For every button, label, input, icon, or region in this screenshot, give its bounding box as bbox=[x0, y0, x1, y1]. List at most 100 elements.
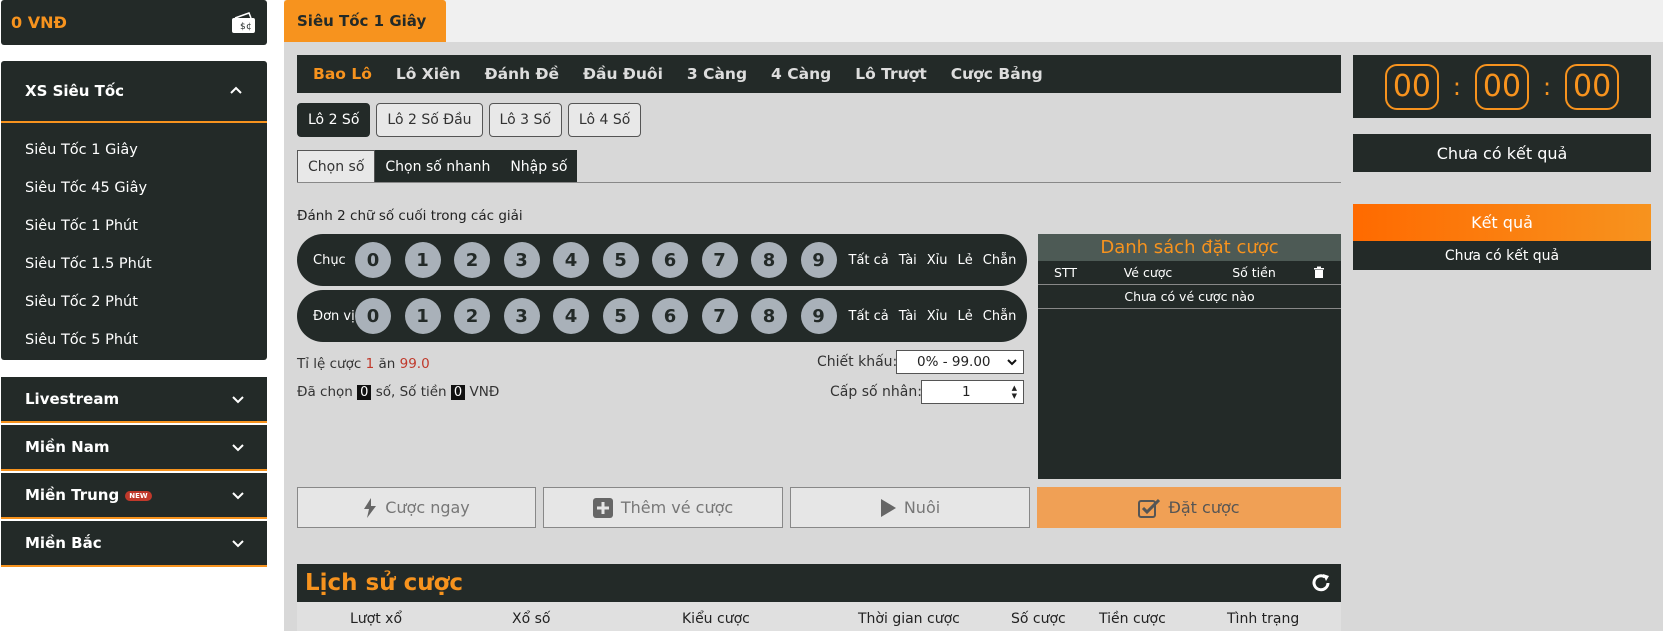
group-livestream[interactable]: Livestream bbox=[1, 377, 267, 423]
bet-now-button[interactable]: Cược ngay bbox=[297, 487, 536, 528]
chevron-down-icon bbox=[232, 492, 244, 500]
bet-type-cuoc-bang[interactable]: Cược Bảng bbox=[951, 65, 1043, 83]
bet-type-bao-lo[interactable]: Bao Lô bbox=[313, 65, 372, 83]
group-label: Miền Bắc bbox=[25, 534, 102, 552]
lightning-icon bbox=[364, 497, 377, 518]
quick-even[interactable]: Chẵn bbox=[983, 309, 1017, 324]
quick-odd[interactable]: Lẻ bbox=[958, 253, 973, 268]
history-columns: Lượt xổ Xổ số Kiểu cược Thời gian cược S… bbox=[297, 602, 1341, 631]
hint-text: Đánh 2 chữ số cuối trong các giải bbox=[297, 208, 523, 224]
bet-list-empty: Chưa có vé cược nào bbox=[1038, 285, 1341, 309]
bet-type-lo-xien[interactable]: Lô Xiên bbox=[396, 65, 461, 83]
group-label: Miền Trung bbox=[25, 486, 120, 504]
subtab-lo-2-so-dau[interactable]: Lô 2 Số Đầu bbox=[376, 103, 483, 137]
quick-even[interactable]: Chẵn bbox=[983, 253, 1017, 268]
subtab-group: Lô 2 Số Lô 2 Số Đầu Lô 3 Số Lô 4 Số bbox=[297, 103, 642, 137]
odds-bet: 1 bbox=[365, 356, 375, 372]
history-col: Tiền cược bbox=[1099, 611, 1166, 627]
chevron-up-icon bbox=[230, 86, 242, 94]
subtab-lo-3-so[interactable]: Lô 3 Số bbox=[488, 103, 562, 137]
odds-mid: ăn bbox=[378, 356, 396, 372]
plus-square-icon bbox=[592, 497, 613, 518]
number-ball[interactable]: 3 bbox=[503, 298, 540, 334]
number-ball[interactable]: 6 bbox=[652, 242, 688, 278]
col-stt: STT bbox=[1054, 265, 1077, 280]
number-ball[interactable]: 5 bbox=[602, 298, 639, 334]
history-col: Lượt xổ bbox=[350, 611, 403, 627]
sidebar-item-1-5-phut[interactable]: Siêu Tốc 1.5 Phút bbox=[1, 245, 267, 283]
number-ball[interactable]: 3 bbox=[503, 242, 540, 278]
quick-big[interactable]: Tài bbox=[899, 309, 917, 324]
quick-big[interactable]: Tài bbox=[899, 253, 917, 268]
number-ball[interactable]: 2 bbox=[454, 298, 490, 334]
mode-nhap-so[interactable]: Nhập số bbox=[500, 150, 578, 183]
number-ball[interactable]: 7 bbox=[701, 242, 738, 278]
row-label: Chục bbox=[313, 252, 346, 268]
tab-sieu-toc-1-giay[interactable]: Siêu Tốc 1 Giây bbox=[284, 0, 446, 42]
number-ball[interactable]: 5 bbox=[602, 242, 639, 278]
history-col: Thời gian cược bbox=[858, 611, 960, 627]
number-ball[interactable]: 8 bbox=[751, 242, 787, 278]
bet-type-4-cang[interactable]: 4 Càng bbox=[771, 65, 831, 83]
group-mien-trung[interactable]: Miền Trung NEW bbox=[1, 473, 267, 519]
sidebar-item-1-phut[interactable]: Siêu Tốc 1 Phút bbox=[1, 207, 267, 245]
sidebar-item-2-phut[interactable]: Siêu Tốc 2 Phút bbox=[1, 283, 267, 321]
subtab-lo-2-so[interactable]: Lô 2 Số bbox=[297, 103, 371, 137]
multiplier-stepper[interactable]: 1 ▲ ▼ bbox=[921, 380, 1024, 404]
timer-separator: : bbox=[1452, 72, 1461, 101]
number-ball[interactable]: 2 bbox=[454, 242, 490, 278]
quick-all[interactable]: Tất cả bbox=[849, 253, 889, 268]
bet-list-panel: Danh sách đặt cược STT Vé cược Số tiền C… bbox=[1038, 234, 1341, 479]
mode-chon-so-nhanh[interactable]: Chọn số nhanh bbox=[375, 150, 501, 183]
sidebar-item-45-giay[interactable]: Siêu Tốc 45 Giây bbox=[1, 169, 267, 207]
bet-type-lo-truot[interactable]: Lô Trượt bbox=[855, 65, 927, 83]
subtab-lo-4-so[interactable]: Lô 4 Số bbox=[567, 103, 642, 137]
selected-prefix: Đã chọn bbox=[297, 384, 353, 400]
sidebar-item-1-giay[interactable]: Siêu Tốc 1 Giây bbox=[1, 131, 267, 169]
spinner-arrows-icon[interactable]: ▲ ▼ bbox=[1012, 384, 1017, 400]
mode-tabs: Chọn số Chọn số nhanh Nhập số bbox=[297, 150, 578, 183]
number-ball[interactable]: 6 bbox=[652, 298, 688, 334]
nurture-button[interactable]: Nuôi bbox=[790, 487, 1030, 528]
mode-chon-so[interactable]: Chọn số bbox=[297, 150, 376, 183]
trash-icon[interactable] bbox=[1313, 266, 1325, 279]
number-ball[interactable]: 0 bbox=[355, 298, 391, 334]
menu-header[interactable]: XS Siêu Tốc bbox=[1, 61, 267, 123]
number-ball[interactable]: 8 bbox=[751, 298, 787, 334]
number-ball[interactable]: 7 bbox=[701, 298, 738, 334]
number-ball[interactable]: 9 bbox=[800, 298, 837, 334]
group-mien-bac[interactable]: Miền Bắc bbox=[1, 521, 267, 567]
col-so-tien: Số tiền bbox=[1232, 265, 1276, 280]
number-balls: 0 1 2 3 4 5 6 7 8 9 bbox=[355, 242, 837, 278]
wallet-icon[interactable]: $ ¢ bbox=[231, 11, 257, 34]
number-ball[interactable]: 1 bbox=[404, 242, 441, 278]
history-title: Lịch sử cược bbox=[305, 570, 464, 596]
bet-type-3-cang[interactable]: 3 Càng bbox=[687, 65, 747, 83]
place-bet-button[interactable]: Đặt cược bbox=[1037, 487, 1341, 528]
quick-select: Tất cả Tài Xỉu Lẻ Chẵn bbox=[849, 253, 1017, 268]
discount-select[interactable]: 0% - 99.00 bbox=[896, 350, 1024, 374]
bet-list-header: STT Vé cược Số tiền bbox=[1038, 261, 1341, 285]
chevron-down-icon bbox=[1007, 359, 1017, 366]
sidebar-item-5-phut[interactable]: Siêu Tốc 5 Phút bbox=[1, 321, 267, 359]
new-badge: NEW bbox=[125, 490, 152, 501]
number-ball[interactable]: 4 bbox=[553, 298, 589, 334]
result-box: Chưa có kết quả bbox=[1353, 241, 1651, 270]
add-ticket-button[interactable]: Thêm vé cược bbox=[543, 487, 783, 528]
result-button[interactable]: Kết quả bbox=[1353, 204, 1651, 241]
bet-type-dau-duoi[interactable]: Đầu Đuôi bbox=[583, 65, 663, 83]
quick-small[interactable]: Xỉu bbox=[927, 309, 948, 324]
refresh-icon[interactable] bbox=[1310, 572, 1332, 594]
number-ball[interactable]: 0 bbox=[355, 242, 391, 278]
quick-odd[interactable]: Lẻ bbox=[958, 309, 973, 324]
number-ball[interactable]: 9 bbox=[800, 242, 837, 278]
quick-all[interactable]: Tất cả bbox=[849, 309, 889, 324]
number-ball[interactable]: 4 bbox=[553, 242, 589, 278]
chevron-down-icon bbox=[232, 444, 244, 452]
quick-small[interactable]: Xỉu bbox=[927, 253, 948, 268]
countdown-timer: 00 : 00 : 00 bbox=[1353, 55, 1651, 118]
bet-type-danh-de[interactable]: Đánh Đề bbox=[485, 65, 559, 83]
group-mien-nam[interactable]: Miền Nam bbox=[1, 425, 267, 471]
number-balls: 0 1 2 3 4 5 6 7 8 9 bbox=[355, 298, 837, 334]
number-ball[interactable]: 1 bbox=[404, 298, 441, 334]
